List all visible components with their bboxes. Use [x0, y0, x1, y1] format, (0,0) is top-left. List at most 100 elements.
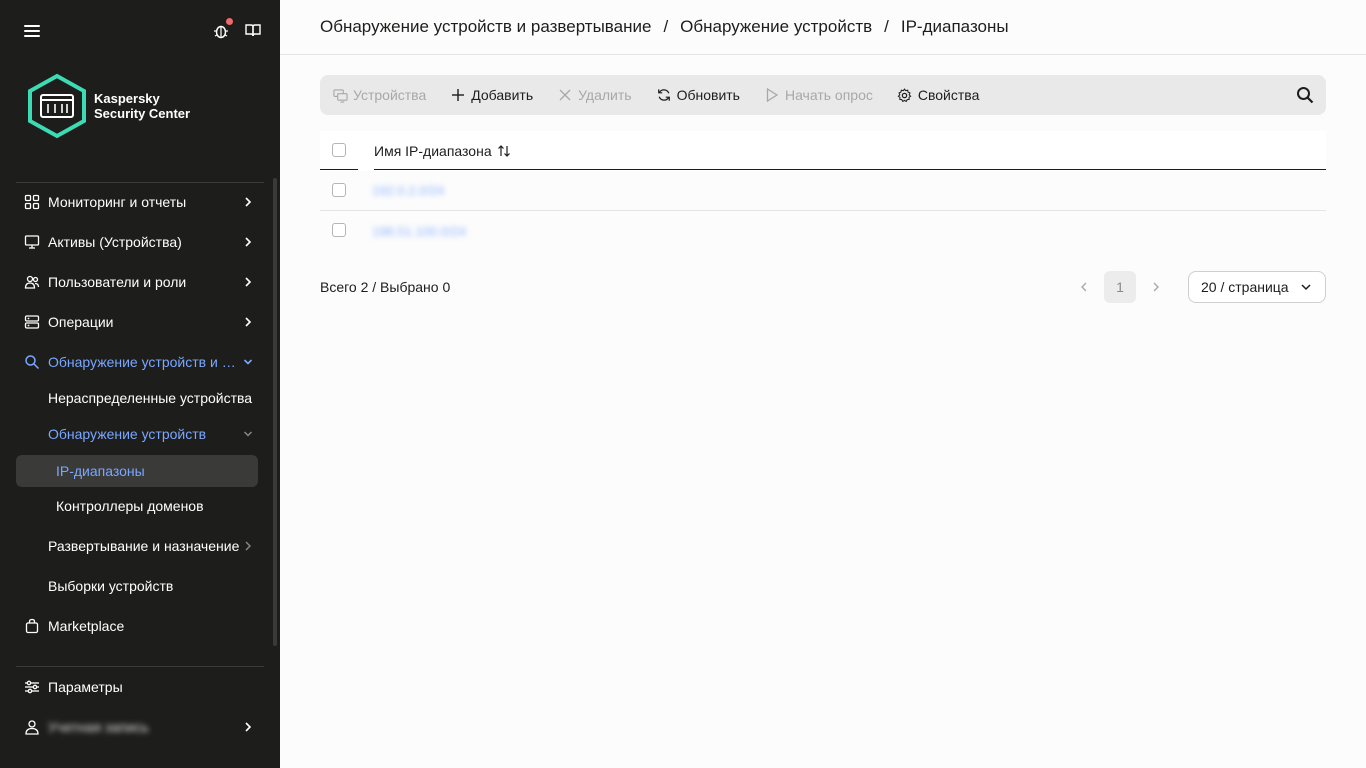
- row-checkbox[interactable]: [332, 223, 346, 237]
- properties-button-label: Свойства: [917, 87, 980, 103]
- breadcrumb-item[interactable]: Обнаружение устройств и развертывание: [320, 17, 651, 37]
- sidebar-item-device-discovery[interactable]: Обнаружение устройств: [16, 418, 264, 450]
- bug-notification-icon[interactable]: [213, 18, 233, 40]
- refresh-button[interactable]: Обновить: [656, 87, 740, 103]
- kaspersky-logo-icon: [26, 73, 88, 139]
- sidebar-item-settings[interactable]: Параметры: [16, 671, 264, 703]
- close-icon: [557, 87, 573, 103]
- sidebar-item-assets[interactable]: Активы (Устройства): [16, 226, 264, 258]
- breadcrumb-separator: /: [663, 17, 669, 36]
- sidebar-item-label: IP-диапазоны: [56, 463, 145, 479]
- sort-icon[interactable]: [497, 144, 511, 158]
- ip-range-link[interactable]: 192.0.2.0/24: [372, 183, 444, 198]
- devices-icon: [332, 87, 348, 103]
- page-size-select[interactable]: 20 / страница: [1188, 271, 1326, 303]
- sliders-icon: [24, 679, 40, 695]
- ip-ranges-table: Имя IP-диапазона 192.0.2.0/24 198.51.100…: [320, 131, 1326, 251]
- chevron-down-icon: [240, 426, 256, 442]
- chevron-left-icon[interactable]: [1076, 279, 1092, 295]
- chevron-right-icon: [240, 234, 256, 250]
- properties-button[interactable]: Свойства: [897, 87, 979, 103]
- sidebar-item-label: Операции: [48, 314, 114, 330]
- breadcrumb-item[interactable]: Обнаружение устройств: [680, 17, 872, 37]
- server-icon: [24, 314, 40, 330]
- chevron-right-icon: [240, 719, 256, 735]
- page-number[interactable]: 1: [1104, 271, 1136, 303]
- devices-button-label: Устройства: [353, 87, 427, 103]
- gear-icon: [897, 87, 913, 103]
- sidebar: Kaspersky Security Center Мониторинг и о…: [0, 0, 280, 768]
- sidebar-item-marketplace[interactable]: Marketplace: [16, 610, 264, 642]
- app-window: Kaspersky Security Center Мониторинг и о…: [0, 0, 1366, 768]
- sidebar-item-unassigned-devices[interactable]: Нераспределенные устройства: [16, 382, 264, 414]
- breadcrumb-separator: /: [884, 17, 889, 36]
- sidebar-item-label: Параметры: [48, 679, 123, 695]
- delete-button-label: Удалить: [578, 87, 632, 103]
- chevron-right-icon: [240, 314, 256, 330]
- sidebar-item-label: Активы (Устройства): [48, 234, 182, 250]
- sidebar-item-label: Marketplace: [48, 618, 125, 634]
- search-icon: [24, 354, 40, 370]
- sidebar-top-icons: [24, 18, 263, 42]
- pagination: 1 20 / страница: [1076, 271, 1326, 303]
- add-button[interactable]: Добавить: [450, 87, 533, 103]
- sidebar-item-label: Нераспределенные устройства: [48, 390, 253, 406]
- page-size-value: 20 / страница: [1201, 279, 1289, 295]
- play-icon: [764, 87, 780, 103]
- selection-summary: Всего 2 / Выбрано 0: [320, 279, 451, 295]
- sidebar-item-label: Выборки устройств: [48, 578, 174, 594]
- sidebar-item-discovery[interactable]: Обнаружение устройств и развертывание: [16, 346, 264, 378]
- brand-name: Kaspersky Security Center: [94, 91, 190, 121]
- user-icon: [24, 719, 40, 735]
- notification-dot: [226, 18, 233, 25]
- sidebar-scrollbar[interactable]: [273, 178, 277, 646]
- row-checkbox[interactable]: [332, 183, 346, 197]
- table-row[interactable]: 192.0.2.0/24: [320, 171, 1326, 211]
- main-content: Обнаружение устройств и развертывание / …: [280, 0, 1366, 768]
- ip-range-link[interactable]: 198.51.100.0/24: [372, 224, 466, 239]
- select-all-checkbox[interactable]: [332, 143, 346, 157]
- chevron-right-icon[interactable]: [1148, 279, 1164, 295]
- column-header-name[interactable]: Имя IP-диапазона: [374, 143, 511, 159]
- sidebar-item-domain-controllers[interactable]: Контроллеры доменов: [16, 490, 264, 522]
- breadcrumb: Обнаружение устройств и развертывание / …: [280, 0, 1366, 55]
- dashboard-icon: [24, 194, 40, 210]
- account-name: Учетная запись: [48, 719, 149, 735]
- chevron-right-icon: [240, 194, 256, 210]
- sidebar-item-device-selections[interactable]: Выборки устройств: [16, 570, 264, 602]
- start-poll-button[interactable]: Начать опрос: [764, 87, 873, 103]
- shopping-bag-icon: [24, 618, 40, 634]
- sidebar-item-users[interactable]: Пользователи и роли: [16, 266, 264, 298]
- breadcrumb-current: IP-диапазоны: [900, 17, 1009, 36]
- chevron-right-icon: [240, 538, 256, 554]
- sidebar-item-label: Обнаружение устройств: [48, 426, 207, 442]
- sidebar-item-operations[interactable]: Операции: [16, 306, 264, 338]
- devices-button[interactable]: Устройства: [332, 87, 426, 103]
- sidebar-item-label: Мониторинг и отчеты: [48, 194, 187, 210]
- sidebar-item-ip-ranges[interactable]: IP-диапазоны: [16, 455, 258, 487]
- toolbar: Устройства Добавить Удалить Обновить Нач…: [320, 75, 1326, 115]
- start-poll-button-label: Начать опрос: [784, 87, 873, 103]
- column-header-label: Имя IP-диапазона: [374, 143, 492, 159]
- sidebar-item-label: Обнаружение устройств и развертывание: [48, 354, 240, 370]
- sidebar-item-account[interactable]: Учетная запись: [16, 711, 264, 743]
- brand-line-2: Security Center: [94, 106, 191, 121]
- book-icon[interactable]: [245, 22, 263, 40]
- table-footer: Всего 2 / Выбрано 0 1 20 / страница: [320, 271, 1326, 303]
- refresh-icon: [656, 87, 672, 103]
- menu-icon[interactable]: [24, 25, 40, 37]
- search-icon[interactable]: [1296, 86, 1314, 104]
- chevron-right-icon: [240, 274, 256, 290]
- add-button-label: Добавить: [471, 87, 534, 103]
- delete-button[interactable]: Удалить: [557, 87, 632, 103]
- chevron-down-icon: [1299, 280, 1313, 294]
- sidebar-item-label: Контроллеры доменов: [56, 498, 204, 514]
- monitor-icon: [24, 234, 40, 250]
- users-icon: [24, 274, 40, 290]
- refresh-button-label: Обновить: [676, 87, 740, 103]
- sidebar-item-deployment[interactable]: Развертывание и назначение: [16, 530, 264, 562]
- sidebar-item-monitoring[interactable]: Мониторинг и отчеты: [16, 186, 264, 218]
- chevron-down-icon: [240, 354, 256, 370]
- table-row[interactable]: 198.51.100.0/24: [320, 211, 1326, 251]
- sidebar-item-label: Развертывание и назначение: [48, 538, 240, 554]
